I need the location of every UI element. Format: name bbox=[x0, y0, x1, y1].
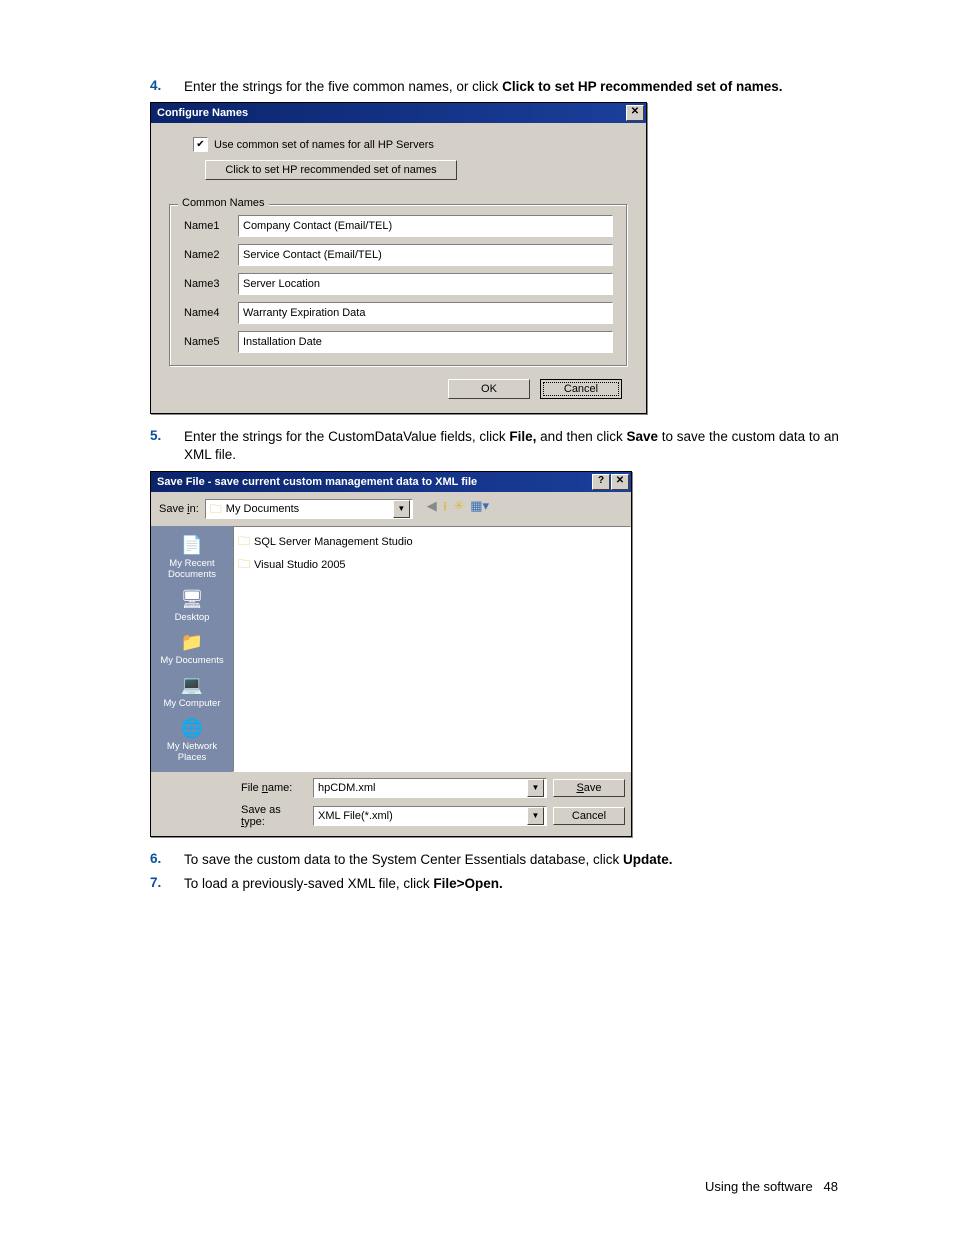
save-file-dialog: Save File - save current custom manageme… bbox=[150, 471, 632, 837]
cancel-button[interactable]: Cancel bbox=[540, 379, 622, 399]
step-6: 6. To save the custom data to the System… bbox=[150, 851, 844, 869]
place-computer[interactable]: 💻 My Computer bbox=[152, 672, 232, 713]
place-recent[interactable]: 📄 My Recent Documents bbox=[152, 532, 232, 584]
recommended-names-button[interactable]: Click to set HP recommended set of names bbox=[205, 160, 457, 180]
name2-label: Name2 bbox=[184, 249, 230, 261]
save-in-value: My Documents bbox=[226, 500, 299, 518]
views-icon[interactable]: ▦▾ bbox=[470, 498, 489, 520]
filename-input[interactable]: hpCDM.xml ▼ bbox=[313, 778, 547, 798]
step-number: 5. bbox=[150, 428, 184, 443]
folder-icon: 🗀 bbox=[238, 532, 250, 553]
dialog-title: Configure Names bbox=[157, 107, 248, 119]
common-names-fieldset: Common Names Name1 Company Contact (Emai… bbox=[169, 204, 628, 367]
common-names-checkbox[interactable]: ✔ bbox=[193, 137, 208, 152]
place-desktop[interactable]: 🖥 Desktop bbox=[152, 586, 232, 627]
name5-input[interactable]: Installation Date bbox=[238, 331, 613, 353]
name5-label: Name5 bbox=[184, 336, 230, 348]
chevron-down-icon[interactable]: ▼ bbox=[393, 500, 410, 518]
checkbox-label: Use common set of names for all HP Serve… bbox=[214, 139, 434, 151]
chevron-down-icon[interactable]: ▼ bbox=[527, 779, 544, 797]
filename-value: hpCDM.xml bbox=[318, 779, 375, 797]
step-4: 4. Enter the strings for the five common… bbox=[150, 78, 844, 96]
cancel-button[interactable]: Cancel bbox=[553, 807, 625, 825]
page-footer: Using the software 48 bbox=[150, 899, 844, 1194]
documents-icon: 📁 bbox=[179, 631, 205, 655]
step-number: 7. bbox=[150, 875, 184, 890]
savetype-dropdown[interactable]: XML File(*.xml) ▼ bbox=[313, 806, 547, 826]
name2-input[interactable]: Service Contact (Email/TEL) bbox=[238, 244, 613, 266]
step-5: 5. Enter the strings for the CustomDataV… bbox=[150, 428, 844, 464]
list-item[interactable]: 🗀 SQL Server Management Studio bbox=[238, 531, 626, 554]
save-in-label: Save in: bbox=[159, 503, 199, 515]
place-network[interactable]: 🌐 My Network Places bbox=[152, 715, 232, 767]
savetype-value: XML File(*.xml) bbox=[318, 807, 393, 825]
dialog-titlebar[interactable]: Configure Names ✕ bbox=[151, 103, 646, 123]
configure-names-dialog: Configure Names ✕ ✔ Use common set of na… bbox=[150, 102, 647, 414]
network-icon: 🌐 bbox=[179, 717, 205, 741]
close-icon[interactable]: ✕ bbox=[611, 474, 629, 490]
recent-icon: 📄 bbox=[179, 534, 205, 558]
savetype-label: Save as type: bbox=[241, 804, 307, 828]
step-text: Enter the strings for the CustomDataValu… bbox=[184, 428, 844, 464]
chevron-down-icon[interactable]: ▼ bbox=[527, 807, 544, 825]
name1-input[interactable]: Company Contact (Email/TEL) bbox=[238, 215, 613, 237]
step-7: 7. To load a previously-saved XML file, … bbox=[150, 875, 844, 893]
step-text: To load a previously-saved XML file, cli… bbox=[184, 875, 844, 893]
folder-icon: 🗀 bbox=[238, 555, 250, 576]
computer-icon: 💻 bbox=[179, 674, 205, 698]
file-list-pane[interactable]: 🗀 SQL Server Management Studio 🗀 Visual … bbox=[233, 526, 631, 772]
step-number: 6. bbox=[150, 851, 184, 866]
filename-label: File name: bbox=[241, 782, 307, 794]
step-text: Enter the strings for the five common na… bbox=[184, 78, 844, 96]
places-bar: 📄 My Recent Documents 🖥 Desktop 📁 My Doc… bbox=[151, 526, 233, 772]
name4-label: Name4 bbox=[184, 307, 230, 319]
folder-icon: 🗀 bbox=[210, 500, 222, 518]
list-item[interactable]: 🗀 Visual Studio 2005 bbox=[238, 554, 626, 577]
ok-button[interactable]: OK bbox=[448, 379, 530, 399]
name3-label: Name3 bbox=[184, 278, 230, 290]
dialog-titlebar[interactable]: Save File - save current custom manageme… bbox=[151, 472, 631, 492]
step-text: To save the custom data to the System Ce… bbox=[184, 851, 844, 869]
name3-input[interactable]: Server Location bbox=[238, 273, 613, 295]
name1-label: Name1 bbox=[184, 220, 230, 232]
save-in-dropdown[interactable]: 🗀 My Documents ▼ bbox=[205, 499, 413, 519]
help-icon[interactable]: ? bbox=[592, 474, 610, 490]
dialog-title: Save File - save current custom manageme… bbox=[157, 476, 477, 488]
save-button[interactable]: Save bbox=[553, 779, 625, 797]
name4-input[interactable]: Warranty Expiration Data bbox=[238, 302, 613, 324]
close-icon[interactable]: ✕ bbox=[626, 105, 644, 121]
toolbar-icons: ◀ ⭱ ✳ ▦▾ bbox=[419, 498, 489, 520]
new-folder-icon[interactable]: ✳ bbox=[453, 498, 464, 520]
back-icon[interactable]: ◀ bbox=[427, 498, 437, 520]
step-number: 4. bbox=[150, 78, 184, 93]
fieldset-legend: Common Names bbox=[178, 197, 269, 209]
desktop-icon: 🖥 bbox=[179, 588, 205, 612]
place-documents[interactable]: 📁 My Documents bbox=[152, 629, 232, 670]
up-icon[interactable]: ⭱ bbox=[443, 498, 448, 520]
